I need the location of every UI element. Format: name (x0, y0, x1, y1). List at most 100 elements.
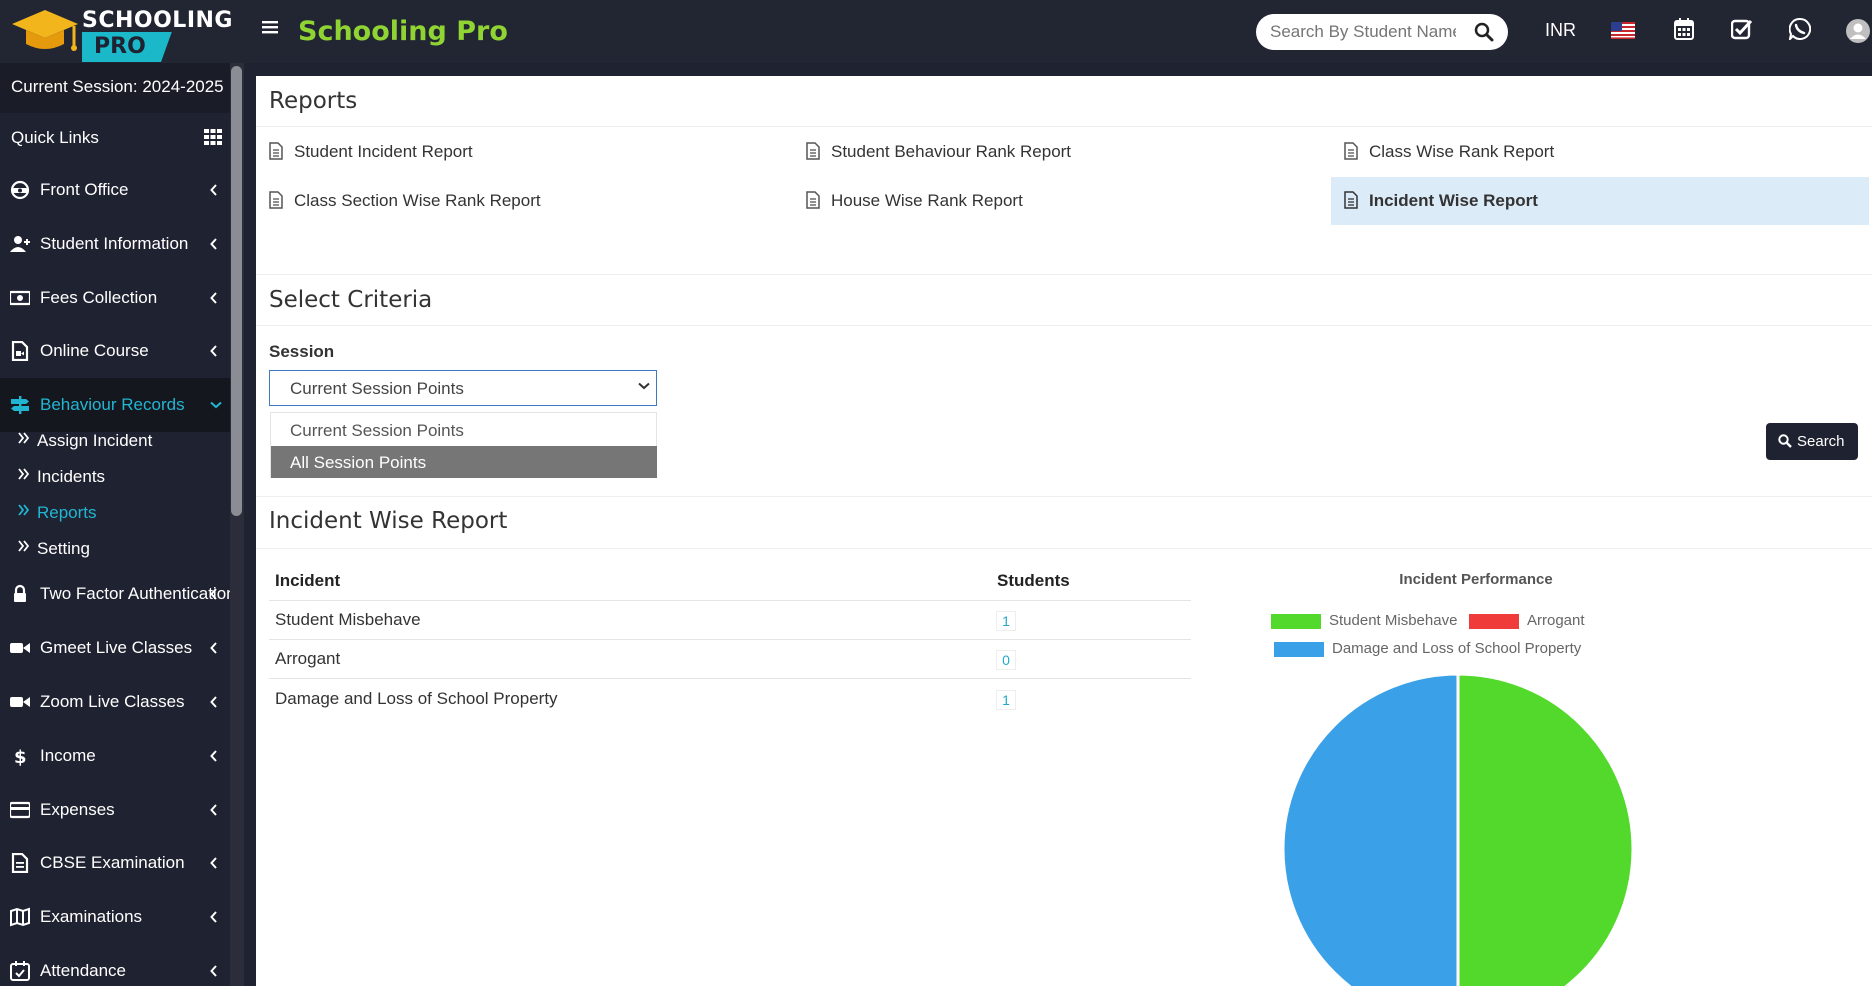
task-checkbox-icon[interactable] (1731, 18, 1753, 40)
report-link-student-incident[interactable]: Student Incident Report (256, 128, 793, 176)
sidebar-item-fees-collection[interactable]: Fees Collection (0, 271, 230, 325)
legend-label: Damage and Loss of School Property (1332, 640, 1582, 657)
chevron-down-icon (638, 382, 650, 390)
legend-swatch (1271, 614, 1321, 629)
user-avatar-icon[interactable] (1846, 19, 1870, 43)
current-session-label[interactable]: Current Session: 2024-2025 (0, 63, 230, 113)
sidebar-item-zoom-live-classes[interactable]: Zoom Live Classes (0, 675, 230, 729)
chevron-left-icon (210, 911, 217, 923)
currency-selector[interactable]: INR (1545, 20, 1576, 41)
sidebar-item-examinations[interactable]: Examinations (0, 890, 230, 944)
report-link-label: Class Section Wise Rank Report (294, 191, 541, 210)
money-icon (10, 290, 30, 306)
quick-links-label: Quick Links (11, 128, 99, 147)
sidebar-subitem-label: Incidents (37, 467, 106, 486)
dollar-icon: $ (14, 747, 27, 766)
search-icon[interactable] (1474, 22, 1494, 42)
table-header-students: Students (997, 571, 1070, 590)
us-flag-icon[interactable] (1611, 22, 1635, 39)
divider (256, 274, 1872, 275)
sidebar-item-two-factor-authentication[interactable]: Two Factor Authentication (0, 567, 236, 621)
sidebar: Current Session: 2024-2025 Quick Links F… (0, 63, 244, 986)
credit-card-icon (10, 801, 30, 819)
sidebar-item-label: Gmeet Live Classes (40, 638, 193, 657)
session-option-all[interactable]: All Session Points (271, 446, 657, 478)
calendar-icon[interactable] (1674, 18, 1694, 40)
report-link-incident-wise[interactable]: Incident Wise Report (1331, 177, 1869, 225)
report-link-class-wise-rank[interactable]: Class Wise Rank Report (1331, 128, 1869, 176)
search-button-label: Search (1797, 433, 1845, 450)
whatsapp-icon[interactable] (1789, 18, 1811, 40)
sidebar-subitem-label: Setting (37, 539, 90, 558)
session-option-label: All Session Points (290, 453, 427, 472)
sidebar-item-label: Examinations (40, 907, 143, 926)
svg-text:$: $ (14, 747, 27, 766)
sidebar-subitem-reports[interactable]: Reports (0, 495, 230, 531)
sidebar-item-income[interactable]: $ Income (0, 729, 230, 783)
hamburger-menu-icon[interactable] (262, 19, 278, 35)
sidebar-item-label: Attendance (40, 961, 127, 980)
chevron-left-icon (210, 238, 217, 250)
school-logo[interactable]: SCHOOLING PRO (10, 6, 232, 62)
student-search-input[interactable] (1270, 20, 1456, 44)
sidebar-item-label: Behaviour Records (40, 395, 185, 414)
user-plus-icon (10, 236, 30, 252)
headset-icon (10, 180, 30, 200)
sidebar-item-cbse-examination[interactable]: CBSE Examination (0, 836, 230, 890)
video-icon (10, 697, 30, 707)
sidebar-item-expenses[interactable]: Expenses (0, 783, 230, 837)
students-count-badge[interactable]: 1 (996, 611, 1016, 631)
sidebar-item-gmeet-live-classes[interactable]: Gmeet Live Classes (0, 621, 230, 675)
table-cell-incident: Damage and Loss of School Property (275, 689, 558, 708)
sidebar-item-label: Online Course (40, 341, 149, 360)
sidebar-item-front-office[interactable]: Front Office (0, 163, 230, 217)
map-icon (10, 907, 30, 927)
session-option-current[interactable]: Current Session Points (271, 414, 657, 446)
divider (256, 325, 1872, 326)
chevron-down-icon (210, 401, 222, 409)
document-icon (1344, 191, 1358, 209)
chart-title: Incident Performance (1399, 571, 1553, 588)
sidebar-item-label: CBSE Examination (40, 853, 185, 872)
logo-text-pro: PRO (82, 32, 172, 62)
quick-links[interactable]: Quick Links (0, 113, 230, 163)
report-link-label: Incident Wise Report (1369, 191, 1538, 210)
report-link-house-wise-rank[interactable]: House Wise Rank Report (793, 177, 1331, 225)
students-count-badge[interactable]: 0 (996, 650, 1016, 670)
search-button[interactable]: Search (1766, 423, 1858, 460)
sidebar-subitem-label: Reports (37, 503, 97, 522)
chevron-left-icon (210, 588, 217, 600)
session-option-label: Current Session Points (290, 421, 464, 440)
sidebar-item-student-information[interactable]: Student Information (0, 217, 230, 271)
sidebar-item-attendance[interactable]: Attendance (0, 944, 230, 986)
pie-slice-damage-and-loss[interactable] (1281, 672, 1460, 986)
table-divider (269, 639, 1191, 640)
sidebar-scrollbar-thumb[interactable] (231, 66, 242, 516)
sidebar-item-label: Student Information (40, 234, 189, 253)
table-divider (269, 678, 1191, 679)
students-count-badge[interactable]: 1 (996, 690, 1016, 710)
sidebar-item-online-course[interactable]: Online Course (0, 324, 230, 378)
report-link-class-section-wise-rank[interactable]: Class Section Wise Rank Report (256, 177, 793, 225)
chevron-left-icon (210, 184, 217, 196)
sidebar-subitem-assign-incident[interactable]: Assign Incident (0, 423, 230, 459)
session-dropdown-list: Current Session Points All Session Point… (270, 412, 657, 478)
pie-slice-student-misbehave[interactable] (1456, 672, 1635, 986)
report-link-student-behaviour-rank[interactable]: Student Behaviour Rank Report (793, 128, 1331, 176)
report-link-label: Student Incident Report (294, 142, 473, 161)
session-select-value: Current Session Points (290, 379, 464, 398)
legend-label: Student Misbehave (1329, 612, 1458, 629)
top-header: SCHOOLING PRO Schooling Pro INR (0, 0, 1872, 63)
calendar-check-icon (10, 961, 30, 981)
chevron-left-icon (210, 642, 217, 654)
chevron-left-icon (210, 857, 217, 869)
file-icon (11, 853, 29, 873)
sidebar-subitem-setting[interactable]: Setting (0, 531, 230, 567)
chevron-left-icon (210, 750, 217, 762)
session-select[interactable]: Current Session Points (269, 370, 657, 406)
incident-pie-chart (1281, 672, 1635, 986)
sidebar-subitem-incidents[interactable]: Incidents (0, 459, 230, 495)
select-criteria-title: Select Criteria (269, 287, 433, 313)
double-chevron-right-icon (18, 432, 30, 444)
lock-icon (14, 584, 26, 602)
